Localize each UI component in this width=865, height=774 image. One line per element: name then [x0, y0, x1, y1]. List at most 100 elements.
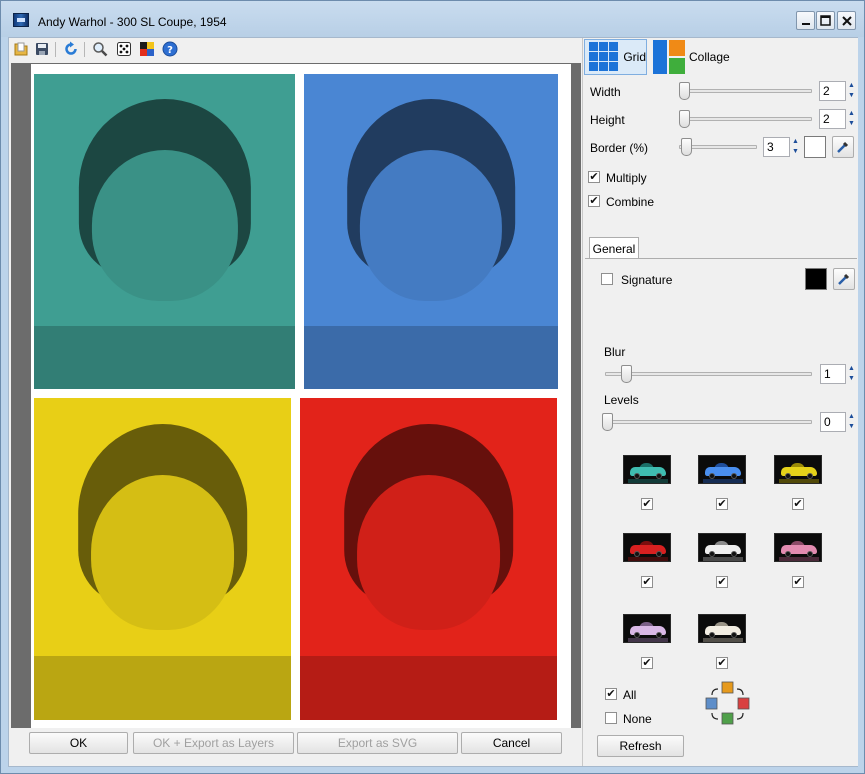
maximize-icon [820, 15, 831, 26]
levels-spinner[interactable]: 0 [820, 412, 846, 432]
height-slider-thumb[interactable] [679, 110, 690, 128]
portrait-shirt [304, 326, 558, 389]
border-spinner-arrows[interactable]: ▲ ▼ [789, 137, 802, 157]
car-reflection [628, 479, 668, 483]
levels-spinner-arrows[interactable]: ▲ ▼ [845, 412, 858, 432]
collage-icon [653, 40, 685, 74]
portrait-face [90, 475, 235, 630]
ok-export-layers-button[interactable]: OK + Export as Layers [133, 732, 294, 754]
help-icon: ? [162, 41, 178, 57]
preview-page [31, 64, 571, 728]
palette-checkbox[interactable]: ✔ [641, 498, 653, 510]
palette-checkbox[interactable]: ✔ [641, 576, 653, 588]
border-slider-thumb[interactable] [681, 138, 692, 156]
maximize-button[interactable] [816, 11, 835, 30]
tab-general[interactable]: General [589, 237, 639, 259]
width-spinner-arrows[interactable]: ▲ ▼ [845, 81, 858, 101]
height-spinner-arrows[interactable]: ▲ ▼ [845, 109, 858, 129]
palette-checkbox[interactable]: ✔ [716, 657, 728, 669]
save-button[interactable] [34, 41, 50, 57]
minimize-button[interactable] [796, 11, 815, 30]
height-spinner[interactable]: 2 [819, 109, 846, 129]
reset-button[interactable] [63, 41, 79, 57]
signature-color-picker-button[interactable] [833, 268, 855, 290]
blur-slider-thumb[interactable] [621, 365, 632, 383]
width-spinner[interactable]: 2 [819, 81, 846, 101]
shuffle-colors-icon [705, 681, 750, 725]
collage-mode-button[interactable]: Collage [650, 39, 740, 75]
all-label: All [623, 688, 637, 702]
palette-thumbnail[interactable] [698, 614, 746, 643]
palette-checkbox[interactable]: ✔ [716, 498, 728, 510]
palette-thumbnail[interactable] [623, 455, 671, 484]
help-button[interactable]: ? [162, 41, 178, 57]
palette-checkbox[interactable]: ✔ [641, 657, 653, 669]
signature-checkbox[interactable] [601, 273, 613, 285]
photo-tile-teal [34, 74, 295, 389]
palette-button[interactable] [139, 41, 155, 57]
palette-thumbnail[interactable] [623, 614, 671, 643]
width-slider-track[interactable] [679, 89, 812, 93]
border-label: Border (%) [590, 141, 649, 155]
border-color-picker-button[interactable] [832, 136, 854, 158]
blur-slider-track[interactable] [605, 372, 812, 376]
collage-mode-label: Collage [689, 50, 730, 64]
palette-thumbnail[interactable] [698, 533, 746, 562]
minimize-icon [801, 22, 810, 25]
randomize-button[interactable] [116, 41, 132, 57]
all-checkbox[interactable]: ✔ [605, 688, 617, 700]
multiply-checkbox[interactable]: ✔ [588, 171, 600, 183]
close-icon [841, 15, 852, 26]
cancel-button[interactable]: Cancel [461, 732, 562, 754]
portrait-face [356, 475, 501, 630]
combine-label: Combine [606, 195, 655, 209]
title-bar[interactable]: Andy Warhol - 300 SL Coupe, 1954 [1, 1, 864, 37]
combine-checkbox[interactable]: ✔ [588, 195, 600, 207]
portrait-shirt [34, 655, 291, 720]
dialog-buttons: OK OK + Export as Layers Export as SVG C… [9, 732, 581, 762]
close-button[interactable] [837, 11, 856, 30]
palette-checkbox[interactable]: ✔ [792, 498, 804, 510]
palette-checkbox[interactable]: ✔ [792, 576, 804, 588]
app-window: Andy Warhol - 300 SL Coupe, 1954 ? OK OK… [0, 0, 865, 774]
blur-spinner[interactable]: 1 [820, 364, 846, 384]
blur-spinner-arrows[interactable]: ▲ ▼ [845, 364, 858, 384]
border-color-swatch[interactable] [804, 136, 826, 158]
photo-tile-yellow [34, 398, 291, 720]
toolbar-separator [55, 42, 56, 57]
palette-thumbnail[interactable] [698, 455, 746, 484]
open-folder-button[interactable] [13, 41, 29, 57]
client-area: ? OK OK + Export as Layers Export as SVG… [8, 37, 858, 767]
ok-button[interactable]: OK [29, 732, 128, 754]
palette-thumbnail[interactable] [774, 455, 822, 484]
car-reflection [779, 479, 819, 483]
palette-thumbnail[interactable] [623, 533, 671, 562]
border-spinner[interactable]: 3 [763, 137, 790, 157]
palette-checkbox[interactable]: ✔ [716, 576, 728, 588]
palette-thumbnail[interactable] [774, 533, 822, 562]
blur-label: Blur [604, 345, 626, 359]
car-reflection [703, 557, 743, 561]
portrait-shirt [300, 655, 557, 720]
grid-icon [589, 42, 618, 71]
toolbar: ? [9, 38, 581, 62]
car-reflection [628, 638, 668, 642]
signature-label: Signature [621, 273, 673, 287]
width-slider-thumb[interactable] [679, 82, 690, 100]
grid-mode-button[interactable]: Grid [584, 39, 647, 75]
export-svg-button[interactable]: Export as SVG [297, 732, 458, 754]
refresh-button[interactable]: Refresh [597, 735, 684, 757]
width-label: Width [590, 85, 621, 99]
zoom-icon [93, 42, 108, 57]
zoom-button[interactable] [92, 41, 108, 57]
levels-slider-track[interactable] [605, 420, 812, 424]
eyedropper-icon [837, 141, 849, 153]
height-slider-track[interactable] [679, 117, 812, 121]
none-checkbox[interactable] [605, 712, 617, 724]
preview-canvas[interactable] [11, 63, 581, 728]
app-icon [13, 13, 29, 27]
levels-slider-thumb[interactable] [602, 413, 613, 431]
signature-color-swatch[interactable] [805, 268, 827, 290]
height-label: Height [590, 113, 625, 127]
shuffle-colors-button[interactable] [705, 681, 751, 725]
